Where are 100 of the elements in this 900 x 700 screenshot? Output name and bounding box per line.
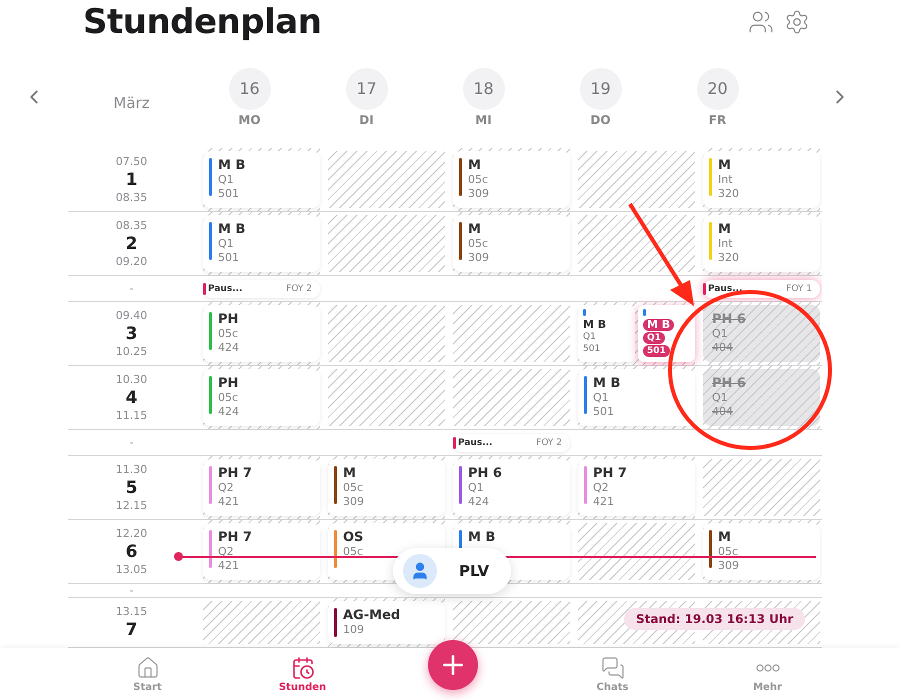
break-pill[interactable]: Paus... FOY 2: [203, 280, 320, 298]
room-text: 501: [583, 343, 600, 355]
day-date[interactable]: 18: [462, 68, 504, 110]
class-text: 05c: [218, 391, 239, 405]
room-text: 421: [593, 495, 615, 509]
room-text: 320: [718, 187, 739, 201]
room-text: 109: [343, 623, 365, 637]
lesson-card[interactable]: M 05c 309: [453, 215, 570, 272]
lesson-card[interactable]: PH 6 Q1 424: [453, 459, 570, 516]
subject-text: M: [468, 158, 482, 173]
class-text: Q2: [593, 481, 610, 495]
subject-text: PH: [218, 312, 239, 327]
end-time: 10.25: [116, 344, 148, 358]
room-text: 421: [218, 559, 240, 573]
lesson-card[interactable]: PH 05c 424: [203, 369, 320, 426]
break-label: Paus...: [708, 284, 742, 294]
day-date[interactable]: 19: [580, 68, 622, 110]
settings-icon[interactable]: [784, 9, 810, 35]
period-number: 1: [126, 168, 138, 190]
subject-text: PH: [218, 376, 239, 391]
lesson-card[interactable]: M B Q1 501: [203, 151, 320, 208]
class-text: Q1: [712, 327, 729, 341]
lesson-card[interactable]: M 05c 309: [453, 151, 570, 208]
subject-text: M: [718, 222, 732, 237]
lesson-card[interactable]: M B Q1 501: [638, 305, 695, 362]
end-time: 13.05: [116, 562, 148, 576]
room-text: 501: [218, 251, 240, 265]
class-text: Q1: [643, 332, 665, 344]
subject-text: M: [718, 158, 732, 173]
weekday-label: DI: [359, 112, 374, 126]
subject-text: M B: [593, 376, 620, 391]
room-text: 421: [218, 495, 240, 509]
lesson-card[interactable]: M 05c 309: [328, 459, 445, 516]
chat-bubbles-icon: [600, 656, 624, 680]
subject-text: PH 7: [218, 530, 252, 545]
people-icon[interactable]: [748, 9, 774, 35]
period-number: 5: [126, 476, 138, 498]
class-text: 05c: [218, 327, 239, 341]
lesson-card[interactable]: M B Q1 501: [578, 369, 695, 426]
start-time: 07.50: [116, 154, 148, 168]
start-time: 12.20: [116, 526, 148, 540]
break-dash: -: [130, 282, 134, 295]
lesson-card[interactable]: PH 05c 424: [203, 305, 320, 362]
lesson-card[interactable]: PH 7 Q2 421: [203, 523, 320, 580]
class-text: 05c: [468, 173, 489, 187]
subject-text: PH 6: [712, 376, 746, 391]
room-text: 404: [712, 405, 734, 419]
break-pill[interactable]: Paus... FOY 2: [453, 434, 570, 452]
room-text: 320: [718, 251, 739, 265]
room-text: 501: [643, 345, 670, 357]
day-date[interactable]: 17: [346, 68, 388, 110]
lesson-card[interactable]: PH 7 Q2 421: [578, 459, 695, 516]
room-text: 424: [468, 495, 490, 509]
nav-tab[interactable]: Stunden: [225, 648, 380, 700]
day-date[interactable]: 20: [696, 68, 738, 110]
status-badge: Stand: 19.03 16:13 Uhr: [624, 608, 806, 630]
class-text: Q1: [583, 331, 596, 343]
break-color-bar: [203, 282, 206, 294]
subject-text: OS: [343, 530, 364, 545]
lesson-card[interactable]: M B Q1 501: [203, 215, 320, 272]
room-text: 424: [218, 405, 239, 419]
lesson-card[interactable]: M Int 320: [703, 151, 820, 208]
weekday-label: FR: [708, 112, 726, 126]
subject-text: PH 7: [593, 466, 627, 481]
class-text: 05c: [343, 545, 364, 559]
subject-text: M B: [218, 158, 246, 173]
home-icon: [136, 656, 160, 680]
period-number: 4: [126, 386, 138, 408]
room-text: 309: [718, 559, 739, 573]
more-icon: [754, 664, 780, 672]
start-time: 13.15: [116, 604, 148, 618]
room-text: 501: [218, 187, 240, 201]
end-time: 11.15: [116, 408, 148, 422]
teacher-label: PLV: [459, 562, 490, 580]
period-number: 7: [126, 618, 138, 640]
lesson-card[interactable]: M B Q1 501: [578, 305, 635, 362]
subject-text: M: [343, 466, 357, 481]
subject-text: M B: [643, 319, 674, 331]
day-date[interactable]: 16: [228, 68, 270, 110]
calendar-clock-icon: [290, 656, 314, 680]
month-label: März: [113, 94, 150, 112]
period-number: 3: [126, 322, 138, 344]
lesson-card[interactable]: M Int 320: [703, 215, 820, 272]
class-text: Q2: [218, 545, 235, 559]
lesson-card[interactable]: AG-Med 109: [328, 601, 445, 644]
room-text: 309: [343, 495, 364, 509]
subject-text: M: [468, 222, 482, 237]
start-time: 09.40: [116, 308, 148, 322]
room-text: 424: [218, 341, 239, 355]
room-text: FOY 2: [536, 438, 562, 448]
teacher-tooltip[interactable]: PLV: [393, 548, 511, 594]
room-text: 309: [468, 251, 489, 265]
page-title: Stundenplan: [83, 2, 322, 42]
room-text: 309: [468, 187, 489, 201]
room-text: FOY 1: [786, 284, 812, 294]
lesson-card[interactable]: M 05c 309: [703, 523, 820, 580]
person-icon: [403, 554, 437, 588]
lesson-card[interactable]: PH 7 Q2 421: [203, 459, 320, 516]
class-text: Q1: [218, 173, 235, 187]
class-text: Int: [718, 173, 734, 187]
